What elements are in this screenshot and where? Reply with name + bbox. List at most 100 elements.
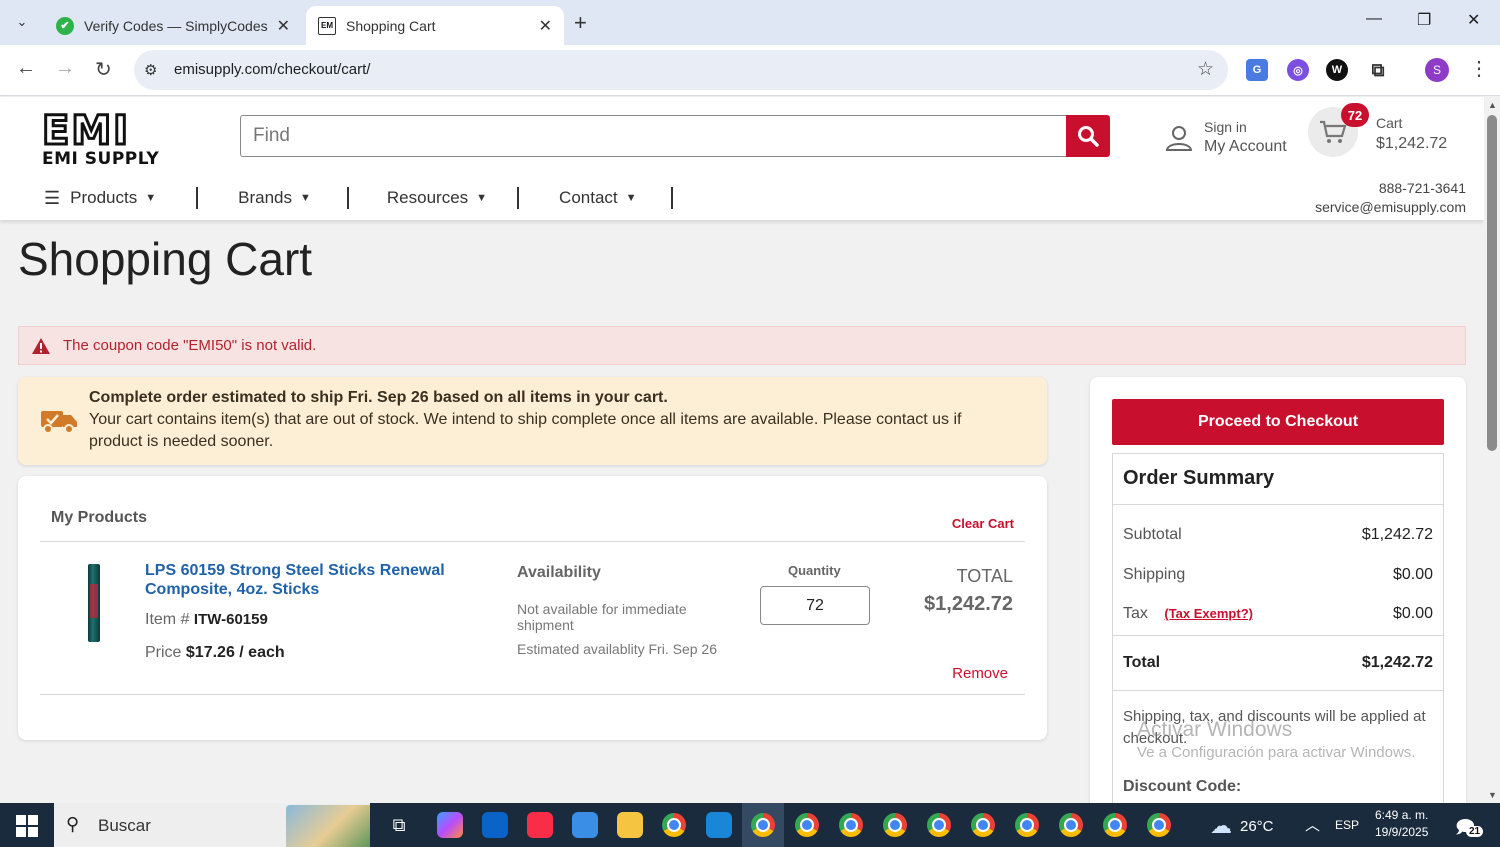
account-link[interactable]: Sign in My Account <box>1164 119 1287 156</box>
browser-toolbar: ← → ↻ ⚙ emisupply.com/checkout/cart/ ☆ <box>0 45 1500 96</box>
tab-simplycodes[interactable]: ✔ Verify Codes — SimplyCodes ✕ <box>44 6 302 45</box>
simplycodes-icon: ✔ <box>56 16 74 35</box>
weather-widget[interactable]: ☁ 26°C <box>1210 813 1274 839</box>
outlook-icon[interactable] <box>482 812 508 838</box>
emi-supply-logo[interactable]: EMI EMI SUPPLY <box>41 110 196 170</box>
language-indicator[interactable]: ESP <box>1335 818 1359 832</box>
tax-row: Tax (Tax Exempt?) $0.00 <box>1123 605 1433 622</box>
bookmark-star-icon[interactable]: ☆ <box>1197 58 1214 81</box>
browser-tabstrip: ⌄ ✔ Verify Codes — SimplyCodes ✕ EM Shop… <box>0 0 1500 45</box>
divider <box>40 541 1025 542</box>
coupon-error-alert: The coupon code "EMI50" is not valid. <box>18 326 1466 365</box>
quantity-input[interactable] <box>760 586 870 625</box>
search-input[interactable] <box>241 116 1067 156</box>
stock-notice-text: Your cart contains item(s) that are out … <box>89 411 962 450</box>
cart-button[interactable]: 72 <box>1308 103 1369 157</box>
chrome-profile-icon[interactable] <box>927 813 951 837</box>
search-icon <box>1078 126 1099 147</box>
chrome-profile-icon[interactable] <box>839 813 863 837</box>
site-settings-icon[interactable]: ⚙ <box>144 61 157 79</box>
close-window-icon[interactable]: ✕ <box>1467 10 1480 30</box>
line-total-label: TOTAL <box>956 566 1013 586</box>
copilot-icon[interactable] <box>437 812 463 838</box>
reload-icon[interactable]: ↻ <box>95 57 112 82</box>
cart-icon <box>1320 120 1347 143</box>
back-icon[interactable]: ← <box>16 57 36 80</box>
extension-icon[interactable]: W <box>1326 59 1348 81</box>
chrome-profile-icon[interactable] <box>1015 813 1039 837</box>
forward-icon[interactable]: → <box>55 57 75 80</box>
nav-contact[interactable]: Contact ▼ <box>559 188 636 208</box>
chrome-profile-icon[interactable] <box>1059 813 1083 837</box>
chrome-profile-icon[interactable] <box>1147 813 1171 837</box>
task-view-icon[interactable]: ⧉ <box>386 812 412 838</box>
store-icon[interactable] <box>572 812 598 838</box>
nav-resources[interactable]: Resources ▼ <box>387 188 487 208</box>
warning-icon <box>32 337 50 354</box>
caret-down-icon: ▼ <box>476 192 488 204</box>
vscode-icon[interactable] <box>706 812 732 838</box>
phone-number[interactable]: 888-721-3641 <box>1315 179 1466 198</box>
page-title: Shopping Cart <box>18 233 313 285</box>
scroll-thumb[interactable] <box>1487 115 1497 451</box>
caret-down-icon: ▼ <box>625 192 637 204</box>
search-field[interactable] <box>240 115 1068 157</box>
system-clock[interactable]: 6:49 a. m. 19/9/2025 <box>1375 807 1428 841</box>
chrome-profile-icon[interactable] <box>883 813 907 837</box>
tax-exempt-link[interactable]: (Tax Exempt?) <box>1164 606 1253 621</box>
scroll-down-arrow-icon[interactable]: ▼ <box>1488 790 1497 800</box>
nav-brands[interactable]: Brands ▼ <box>238 188 311 208</box>
product-image[interactable] <box>88 564 100 642</box>
chrome-profile-icon[interactable] <box>1103 813 1127 837</box>
nav-divider <box>517 187 520 209</box>
taskbar-search[interactable]: ⚲ Buscar <box>54 803 370 847</box>
tab-shopping-cart[interactable]: EM Shopping Cart ✕ <box>306 6 564 45</box>
chrome-profile-icon[interactable] <box>751 813 775 837</box>
chrome-profile-icon[interactable] <box>971 813 995 837</box>
tray-overflow-caret-icon[interactable]: ︿ <box>1305 814 1320 835</box>
windows-start-icon[interactable] <box>16 815 38 837</box>
scroll-up-arrow-icon[interactable]: ▲ <box>1488 100 1497 110</box>
nav-products[interactable]: ☰ Products ▼ <box>44 188 156 209</box>
tab-search-chevron-icon[interactable]: ⌄ <box>8 8 36 36</box>
clear-cart-link[interactable]: Clear Cart <box>952 516 1014 531</box>
search-icon: ⚲ <box>66 814 80 834</box>
product-name-link[interactable]: LPS 60159 Strong Steel Sticks Renewal Co… <box>145 561 475 599</box>
address-bar[interactable]: ⚙ emisupply.com/checkout/cart/ ☆ <box>134 50 1228 90</box>
extension-icon[interactable]: ◎ <box>1287 59 1309 81</box>
search-button[interactable] <box>1066 115 1110 157</box>
ship-estimate-text: Complete order estimated to ship Fri. Se… <box>89 389 668 406</box>
caret-down-icon: ▼ <box>300 192 311 204</box>
file-explorer-icon[interactable] <box>617 812 643 838</box>
cart-link[interactable]: 72 Cart $1,242.72 <box>1308 103 1447 157</box>
quantity-label: Quantity <box>788 563 841 578</box>
product-item-number: Item # ITW-60159 <box>145 611 268 628</box>
page-scrollbar[interactable]: ▲ ▼ <box>1484 97 1500 803</box>
profile-avatar[interactable]: S <box>1425 58 1449 82</box>
chrome-icon[interactable] <box>662 813 686 837</box>
chrome-profile-icon[interactable] <box>795 813 819 837</box>
extensions-puzzle-icon[interactable]: ⧉ <box>1367 59 1389 81</box>
remove-item-link[interactable]: Remove <box>952 665 1008 682</box>
delivery-truck-icon <box>41 411 77 434</box>
proceed-to-checkout-button[interactable]: Proceed to Checkout <box>1112 399 1444 445</box>
cart-label: Cart <box>1376 115 1403 131</box>
minimize-icon[interactable]: — <box>1366 10 1382 28</box>
tab-title: Verify Codes — SimplyCodes <box>84 17 268 34</box>
close-tab-icon[interactable]: ✕ <box>539 16 552 36</box>
nav-divider <box>346 187 349 209</box>
shipping-row: Shipping $0.00 <box>1123 566 1433 583</box>
email-address[interactable]: service@emisupply.com <box>1315 198 1466 217</box>
translate-extension-icon[interactable]: G <box>1246 59 1268 81</box>
restore-icon[interactable]: ❐ <box>1417 10 1431 30</box>
divider <box>40 694 1025 695</box>
divider <box>1113 504 1443 505</box>
browser-menu-icon[interactable]: ⋮ <box>1469 56 1489 81</box>
subtotal-row: Subtotal $1,242.72 <box>1123 526 1433 543</box>
tab-title: Shopping Cart <box>346 17 436 34</box>
url-text[interactable]: emisupply.com/checkout/cart/ <box>174 61 370 78</box>
caret-down-icon: ▼ <box>145 192 157 204</box>
new-tab-icon[interactable]: + <box>574 10 587 36</box>
music-icon[interactable] <box>527 812 553 838</box>
close-tab-icon[interactable]: ✕ <box>277 16 290 36</box>
